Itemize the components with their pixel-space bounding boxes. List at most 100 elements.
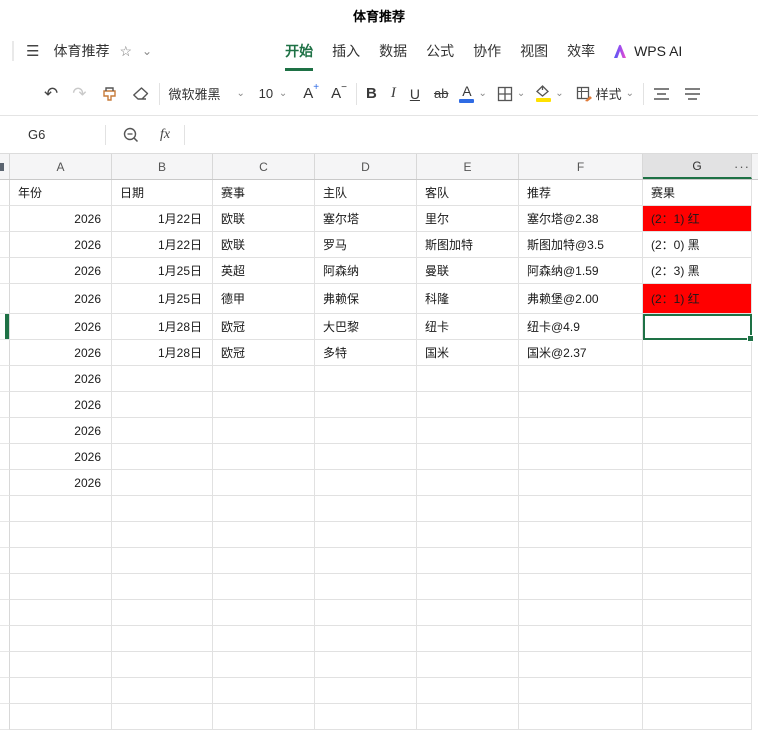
cell-g5[interactable]: (2：1) 红 [643,284,752,314]
cell-f12[interactable] [519,470,643,496]
document-title[interactable]: 体育推荐 [53,41,109,61]
cell-e10[interactable] [417,418,519,444]
cell-a[interactable] [10,704,112,730]
cell-b9[interactable] [112,392,213,418]
cell-b11[interactable] [112,444,213,470]
cell-g9[interactable] [643,392,752,418]
column-header-e[interactable]: E [417,154,519,179]
cell-b5[interactable]: 1月25日 [112,284,213,314]
cell-a5[interactable]: 2026 [10,284,112,314]
row-header[interactable] [0,284,10,314]
cell-d4[interactable]: 阿森纳 [315,258,417,284]
cell-d[interactable] [315,600,417,626]
cell-c[interactable] [213,678,315,704]
cell-b2[interactable]: 1月22日 [112,206,213,232]
row-header[interactable] [0,418,10,444]
cell-b[interactable] [112,600,213,626]
row-header[interactable] [0,314,10,340]
underline-button[interactable]: U [410,86,420,102]
cell-e1[interactable]: 客队 [417,180,519,206]
cell-a[interactable] [10,496,112,522]
cell-f1[interactable]: 推荐 [519,180,643,206]
tab-home[interactable]: 开始 [285,32,314,71]
cell-d6[interactable]: 大巴黎 [315,314,417,340]
tab-insert[interactable]: 插入 [332,32,360,71]
cell-g[interactable] [643,704,752,730]
cell-e[interactable] [417,496,519,522]
cell-f7[interactable]: 国米@2.37 [519,340,643,366]
cell-d[interactable] [315,652,417,678]
cell-b7[interactable]: 1月28日 [112,340,213,366]
cell-d3[interactable]: 罗马 [315,232,417,258]
cell-d[interactable] [315,496,417,522]
cell-e[interactable] [417,704,519,730]
cell-b[interactable] [112,652,213,678]
cell-b10[interactable] [112,418,213,444]
row-header[interactable] [0,522,10,548]
redo-button[interactable]: ↷ [72,84,86,104]
column-header-c[interactable]: C [213,154,315,179]
chevron-down-icon[interactable]: ⌄ [478,88,486,99]
cell-a10[interactable]: 2026 [10,418,112,444]
cell-d5[interactable]: 弗赖保 [315,284,417,314]
cell-e7[interactable]: 国米 [417,340,519,366]
cell-f[interactable] [519,496,643,522]
cell-d[interactable] [315,678,417,704]
cell-e11[interactable] [417,444,519,470]
cell-e5[interactable]: 科隆 [417,284,519,314]
cell-c[interactable] [213,600,315,626]
row-header[interactable] [0,366,10,392]
cell-a[interactable] [10,548,112,574]
cell-g[interactable] [643,548,752,574]
search-in-sheet-button[interactable] [122,126,140,144]
format-painter-button[interactable] [101,85,118,102]
cell-f3[interactable]: 斯图加特@3.5 [519,232,643,258]
cell-c12[interactable] [213,470,315,496]
font-color-button[interactable]: A [459,84,475,103]
cell-f11[interactable] [519,444,643,470]
cell-g[interactable] [643,496,752,522]
cell-f2[interactable]: 塞尔塔@2.38 [519,206,643,232]
cell-c4[interactable]: 英超 [213,258,315,284]
cell-b[interactable] [112,704,213,730]
cell-g3[interactable]: (2：0) 黑 [643,232,752,258]
increase-font-button[interactable]: A + [303,82,319,102]
cell-f4[interactable]: 阿森纳@1.59 [519,258,643,284]
cell-g[interactable] [643,652,752,678]
cell-c6[interactable]: 欧冠 [213,314,315,340]
cell-g[interactable] [643,600,752,626]
cell-a1[interactable]: 年份 [10,180,112,206]
cell-f[interactable] [519,652,643,678]
cell-a2[interactable]: 2026 [10,206,112,232]
cell-c10[interactable] [213,418,315,444]
cell-d1[interactable]: 主队 [315,180,417,206]
select-all-corner[interactable] [0,154,10,179]
tab-formulas[interactable]: 公式 [426,32,454,71]
row-header[interactable] [0,470,10,496]
cell-f[interactable] [519,678,643,704]
cell-f[interactable] [519,574,643,600]
cell-g2[interactable]: (2：1) 红 [643,206,752,232]
tab-view[interactable]: 视图 [520,32,548,71]
cell-e[interactable] [417,548,519,574]
cell-c[interactable] [213,548,315,574]
row-header[interactable] [0,704,10,730]
cell-f8[interactable] [519,366,643,392]
fill-handle[interactable] [747,335,754,342]
row-header[interactable] [0,232,10,258]
tab-data[interactable]: 数据 [379,32,407,71]
row-header[interactable] [0,496,10,522]
cell-d[interactable] [315,548,417,574]
cell-g12[interactable] [643,470,752,496]
cell-g1[interactable]: 赛果 [643,180,752,206]
cell-g[interactable] [643,678,752,704]
cell-g11[interactable] [643,444,752,470]
cell-b[interactable] [112,522,213,548]
row-header[interactable] [0,180,10,206]
bold-button[interactable]: B [366,85,377,102]
cell-f[interactable] [519,704,643,730]
cell-c8[interactable] [213,366,315,392]
undo-button[interactable]: ↶ [44,84,58,104]
clear-format-button[interactable] [132,86,150,102]
cell-f6[interactable]: 纽卡@4.9 [519,314,643,340]
